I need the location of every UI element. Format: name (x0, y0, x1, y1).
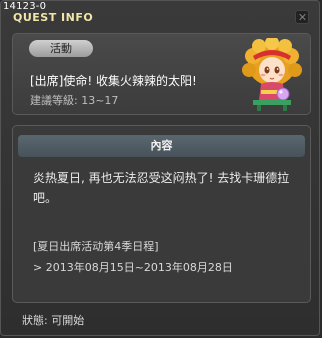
quest-name: [出席]使命! 收集火辣辣的太阳! (30, 74, 197, 88)
category-badge: 活動 (29, 40, 93, 57)
level-requirement: 建議等級: 13~17 (30, 94, 119, 107)
event-schedule-date: > 2013年08月15日~2013年08月28日 (33, 261, 233, 274)
close-button[interactable] (295, 10, 309, 24)
content-header: 內容 (18, 135, 305, 157)
quest-status: 狀態: 可開始 (22, 314, 85, 327)
quest-summary-panel: 活動 [出席]使命! 收集火辣辣的太阳! 建議等級: 13~17 (12, 33, 311, 115)
quest-description: 炎热夏日, 再也无法忍受这闷热了! 去找卡珊德拉吧。 (33, 171, 290, 205)
event-schedule-title: [夏日出席活动第4季日程] (33, 240, 159, 253)
quest-content-panel: 內容 炎热夏日, 再也无法忍受这闷热了! 去找卡珊德拉吧。 [夏日出席活动第4季… (12, 125, 311, 303)
quest-info-window: 14123-0 QUEST INFO 活動 [出席]使命! 收集火辣辣的太阳! … (0, 0, 320, 336)
window-title: QUEST INFO (13, 11, 94, 24)
npc-portrait-icon (242, 38, 302, 111)
